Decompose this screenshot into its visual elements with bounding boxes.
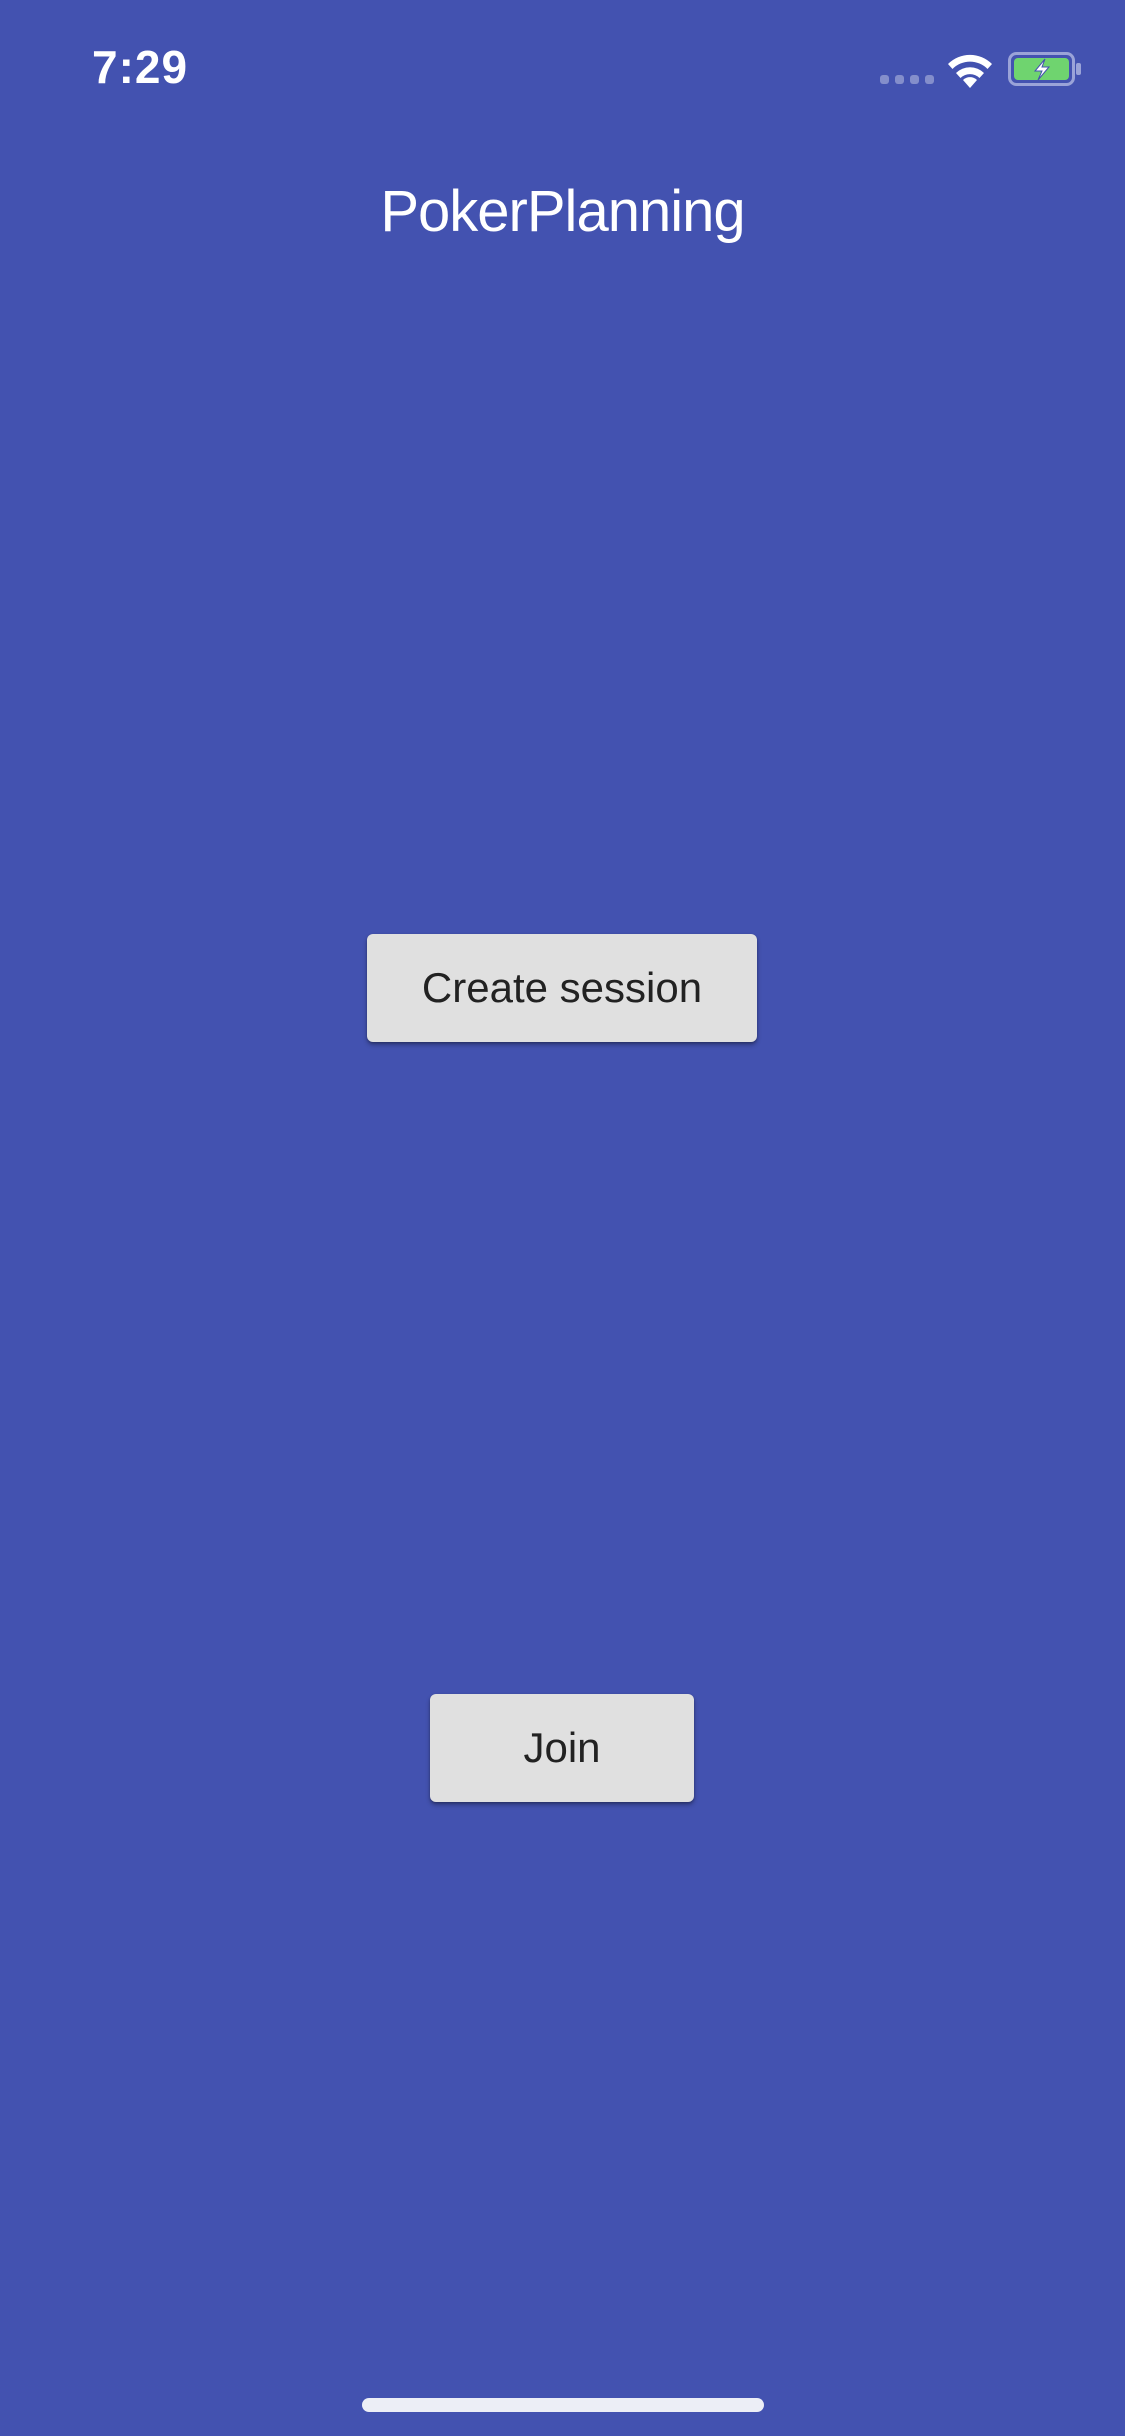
create-session-button[interactable]: Create session <box>367 934 757 1042</box>
signal-dots-icon <box>880 75 934 84</box>
battery-charging-icon <box>1008 52 1081 86</box>
join-button[interactable]: Join <box>430 1694 694 1802</box>
page-title: PokerPlanning <box>380 179 745 244</box>
status-bar: 7:29 <box>0 0 1125 140</box>
home-indicator[interactable] <box>362 2398 764 2412</box>
status-time: 7:29 <box>92 41 189 93</box>
wifi-icon <box>948 54 992 88</box>
